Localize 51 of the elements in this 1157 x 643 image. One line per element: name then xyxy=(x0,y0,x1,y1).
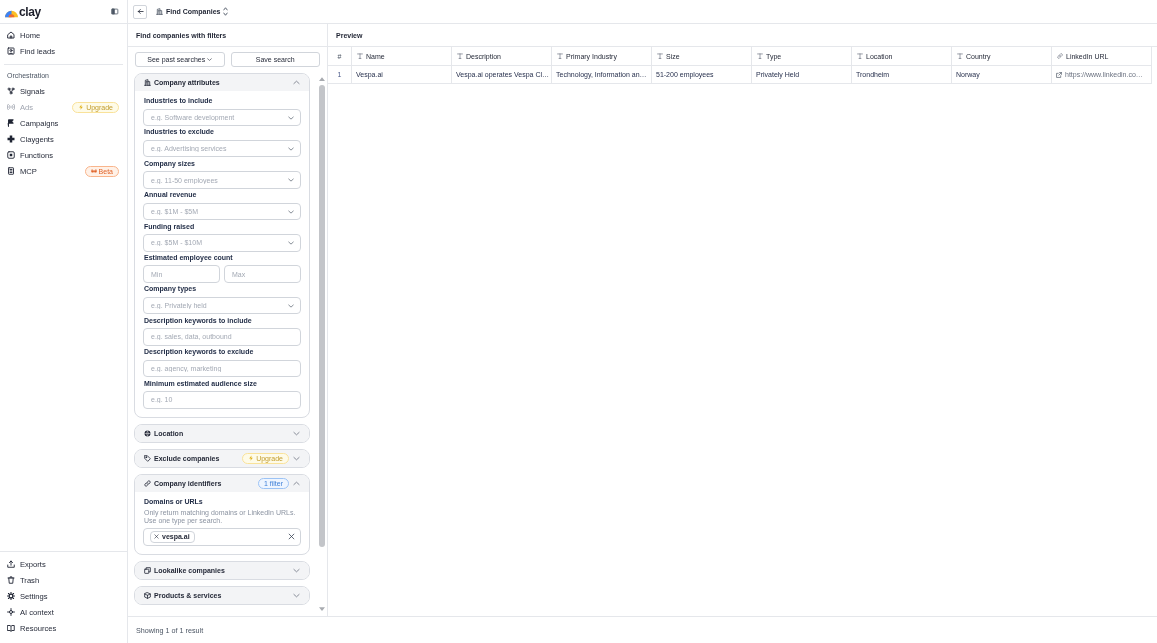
clear-button[interactable] xyxy=(288,533,295,541)
tag-icon xyxy=(144,454,151,462)
home-icon xyxy=(7,31,15,39)
link-icon xyxy=(144,479,151,487)
broadcast-icon xyxy=(7,103,15,111)
crosshair-icon xyxy=(7,608,15,616)
chevron-down-icon xyxy=(207,57,213,62)
contact-card-icon xyxy=(7,47,15,55)
chevron-down-icon xyxy=(288,177,294,184)
document-icon xyxy=(7,167,15,175)
sidebar-icon xyxy=(111,8,119,15)
chevron-down-icon xyxy=(288,302,294,309)
back-button[interactable] xyxy=(133,4,147,19)
text-type-icon xyxy=(557,53,563,59)
chevron-down-icon xyxy=(288,114,294,121)
text-type-icon xyxy=(457,53,463,59)
box-icon xyxy=(144,591,151,599)
arc-logo-icon xyxy=(5,10,18,18)
remove-tag-button[interactable] xyxy=(154,534,159,540)
building-icon xyxy=(144,79,151,86)
building-icon xyxy=(156,8,163,15)
trash-icon xyxy=(7,576,15,584)
lightning-icon xyxy=(248,455,255,461)
text-type-icon xyxy=(757,53,763,59)
book-icon xyxy=(7,624,15,632)
logo-text: clay xyxy=(19,5,41,18)
close-icon xyxy=(154,534,159,540)
up-down-chevron-icon xyxy=(223,7,229,16)
settings-icon xyxy=(7,592,15,600)
text-type-icon xyxy=(857,53,863,59)
chip-icon xyxy=(7,151,15,159)
text-type-icon xyxy=(357,53,363,59)
flag-icon xyxy=(7,119,15,127)
scrollbar-thumb[interactable] xyxy=(318,85,325,547)
link-icon xyxy=(1057,53,1063,59)
external-link-icon xyxy=(1056,71,1062,78)
lightning-icon xyxy=(78,104,85,110)
cross-icon xyxy=(7,135,15,143)
chevron-down-icon xyxy=(288,208,294,215)
text-type-icon xyxy=(957,53,963,59)
collapse-sidebar-button[interactable] xyxy=(111,8,119,15)
close-icon xyxy=(288,533,295,541)
text-type-icon xyxy=(657,53,663,59)
upload-icon xyxy=(7,560,15,568)
glasses-icon xyxy=(90,168,97,174)
chevron-down-icon xyxy=(288,145,294,152)
globe-icon xyxy=(144,429,151,437)
chevron-down-icon xyxy=(288,240,294,247)
copy-icon xyxy=(144,566,151,574)
arrow-left-icon xyxy=(136,8,144,15)
nodes-icon xyxy=(7,87,15,95)
